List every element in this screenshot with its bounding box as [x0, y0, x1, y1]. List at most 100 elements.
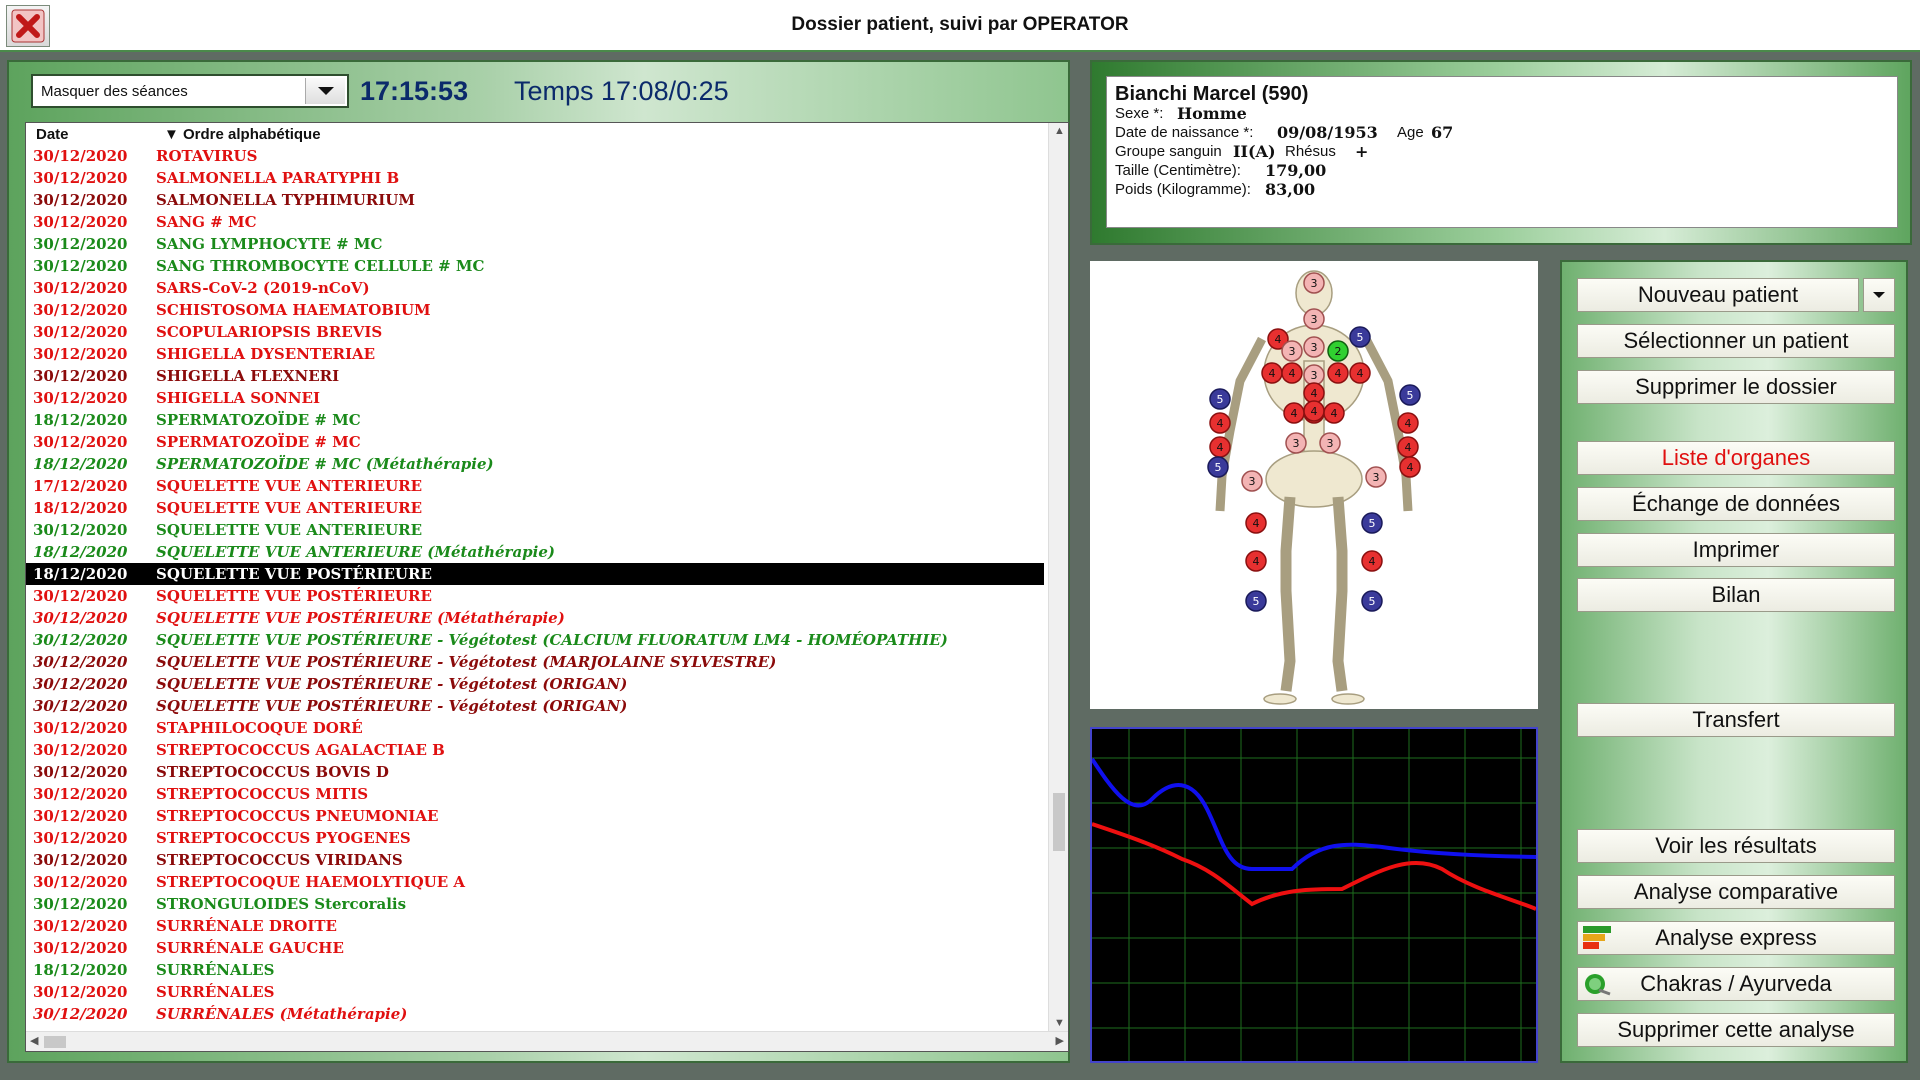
list-item[interactable]: 18/12/2020 SQUELETTE VUE ANTERIEURE	[26, 497, 1044, 519]
skeleton-marker[interactable]: 5	[1245, 590, 1267, 612]
list-item[interactable]: 30/12/2020 SHIGELLA FLEXNERI	[26, 365, 1044, 387]
skeleton-marker[interactable]: 4	[1303, 400, 1325, 422]
horizontal-scrollbar[interactable]: ◀ ▶	[26, 1031, 1068, 1051]
report-button[interactable]: Bilan	[1577, 578, 1895, 612]
list-item[interactable]: 30/12/2020 SALMONELLA TYPHIMURIUM	[26, 189, 1044, 211]
list-item[interactable]: 30/12/2020 STREPTOCOCCUS AGALACTIAE B	[26, 739, 1044, 761]
skeleton-marker[interactable]: 3	[1303, 308, 1325, 330]
session-list[interactable]: Date ▼ Ordre alphabétique 30/12/2020 ROTA…	[25, 122, 1069, 1052]
skeleton-marker[interactable]: 4	[1323, 402, 1345, 424]
organ-list-button[interactable]: Liste d'organes	[1577, 441, 1895, 475]
list-item[interactable]: 30/12/2020 STREPTOCOQUE HAEMOLYTIQUE A	[26, 871, 1044, 893]
list-item[interactable]: 30/12/2020 SURRÉNALES	[26, 981, 1044, 1003]
chevron-down-icon[interactable]	[305, 78, 345, 104]
list-item[interactable]: 18/12/2020 SPERMATOZOÏDE # MC (Métathérap…	[26, 453, 1044, 475]
list-item[interactable]: 30/12/2020 SURRÉNALE GAUCHE	[26, 937, 1044, 959]
skeleton-map[interactable]: 33433254434444554444433445433454455	[1090, 261, 1538, 709]
list-item[interactable]: 30/12/2020 SCOPULARIOPSIS BREVIS	[26, 321, 1044, 343]
list-item[interactable]: 30/12/2020 SURRÉNALE DROITE	[26, 915, 1044, 937]
vertical-scrollbar[interactable]: ▲ ▼	[1048, 123, 1068, 1031]
column-name-sort[interactable]: ▼ Ordre alphabétique	[164, 126, 321, 143]
scroll-down-icon[interactable]: ▼	[1054, 1017, 1065, 1029]
view-results-button[interactable]: Voir les résultats	[1577, 829, 1895, 863]
list-item[interactable]: 30/12/2020 SARS-CoV-2 (2019-nCoV)	[26, 277, 1044, 299]
list-item-selected[interactable]: 18/12/2020 SQUELETTE VUE POSTÉRIEURE	[26, 563, 1044, 585]
print-button[interactable]: Imprimer	[1577, 533, 1895, 567]
list-item[interactable]: 30/12/2020 STREPTOCOCCUS VIRIDANS	[26, 849, 1044, 871]
session-filter-select[interactable]: Masquer des séances	[31, 74, 349, 108]
skeleton-marker[interactable]: 4	[1399, 456, 1421, 478]
list-item[interactable]: 30/12/2020 STREPTOCOCCUS PYOGENES	[26, 827, 1044, 849]
skeleton-marker[interactable]: 3	[1303, 364, 1325, 386]
list-item[interactable]: 30/12/2020 SURRÉNALES (Métathérapie)	[26, 1003, 1044, 1025]
skeleton-marker[interactable]: 2	[1327, 340, 1349, 362]
skeleton-marker[interactable]: 4	[1303, 382, 1325, 404]
skeleton-marker[interactable]: 5	[1209, 388, 1231, 410]
list-item[interactable]: 30/12/2020 SCHISTOSOMA HAEMATOBIUM	[26, 299, 1044, 321]
skeleton-marker[interactable]: 3	[1281, 340, 1303, 362]
skeleton-marker[interactable]: 4	[1281, 362, 1303, 384]
list-item[interactable]: 30/12/2020 ROTAVIRUS	[26, 145, 1044, 167]
skeleton-marker[interactable]: 4	[1209, 412, 1231, 434]
skeleton-marker[interactable]: 4	[1245, 550, 1267, 572]
list-item[interactable]: 30/12/2020 SANG # MC	[26, 211, 1044, 233]
list-item[interactable]: 30/12/2020 STREPTOCOCCUS MITIS	[26, 783, 1044, 805]
list-item[interactable]: 30/12/2020 STRONGULOIDES Stercoralis	[26, 893, 1044, 915]
skeleton-marker[interactable]: 5	[1399, 384, 1421, 406]
list-item[interactable]: 30/12/2020 SQUELETTE VUE POSTÉRIEURE - Vé…	[26, 695, 1044, 717]
skeleton-marker[interactable]: 3	[1285, 432, 1307, 454]
list-item[interactable]: 30/12/2020 SANG LYMPHOCYTE # MC	[26, 233, 1044, 255]
list-item[interactable]: 18/12/2020 SQUELETTE VUE ANTERIEURE (Méta…	[26, 541, 1044, 563]
skeleton-marker[interactable]: 4	[1283, 402, 1305, 424]
comparative-analysis-button[interactable]: Analyse comparative	[1577, 875, 1895, 909]
delete-file-button[interactable]: Supprimer le dossier	[1577, 370, 1895, 404]
new-patient-button[interactable]: Nouveau patient	[1577, 278, 1859, 312]
list-item[interactable]: 30/12/2020 STREPTOCOCCUS BOVIS D	[26, 761, 1044, 783]
list-item[interactable]: 30/12/2020 SQUELETTE VUE POSTÉRIEURE - Vé…	[26, 629, 1044, 651]
skeleton-marker[interactable]: 4	[1209, 436, 1231, 458]
select-patient-button[interactable]: Sélectionner un patient	[1577, 324, 1895, 358]
list-item[interactable]: 30/12/2020 SPERMATOZOÏDE # MC	[26, 431, 1044, 453]
delete-analysis-button[interactable]: Supprimer cette analyse	[1577, 1013, 1895, 1047]
chakras-button[interactable]: Chakras / Ayurveda	[1577, 967, 1895, 1001]
new-patient-menu-button[interactable]	[1863, 278, 1895, 312]
data-exchange-button[interactable]: Échange de données	[1577, 487, 1895, 521]
list-item[interactable]: 30/12/2020 SHIGELLA SONNEI	[26, 387, 1044, 409]
scroll-right-icon[interactable]: ▶	[1056, 1034, 1064, 1047]
list-item[interactable]: 30/12/2020 SQUELETTE VUE POSTÉRIEURE	[26, 585, 1044, 607]
skeleton-marker[interactable]: 3	[1241, 470, 1263, 492]
skeleton-marker[interactable]: 4	[1361, 550, 1383, 572]
list-item[interactable]: 30/12/2020 STREPTOCOCCUS PNEUMONIAE	[26, 805, 1044, 827]
list-item[interactable]: 17/12/2020 SQUELETTE VUE ANTERIEURE	[26, 475, 1044, 497]
scroll-up-icon[interactable]: ▲	[1054, 125, 1065, 137]
skeleton-marker[interactable]: 4	[1327, 362, 1349, 384]
skeleton-marker[interactable]: 4	[1245, 512, 1267, 534]
skeleton-marker[interactable]: 3	[1365, 466, 1387, 488]
hscroll-thumb[interactable]	[44, 1036, 66, 1048]
skeleton-marker[interactable]: 4	[1261, 362, 1283, 384]
scroll-left-icon[interactable]: ◀	[30, 1034, 38, 1047]
list-item[interactable]: 30/12/2020 SANG THROMBOCYTE CELLULE # MC	[26, 255, 1044, 277]
list-item[interactable]: 30/12/2020 SQUELETTE VUE ANTERIEURE	[26, 519, 1044, 541]
skeleton-marker[interactable]: 4	[1397, 436, 1419, 458]
skeleton-marker[interactable]: 5	[1361, 512, 1383, 534]
list-item[interactable]: 30/12/2020 SQUELETTE VUE POSTÉRIEURE - Vé…	[26, 651, 1044, 673]
list-item[interactable]: 30/12/2020 STAPHILOCOQUE DORÉ	[26, 717, 1044, 739]
skeleton-marker[interactable]: 3	[1303, 272, 1325, 294]
list-item[interactable]: 30/12/2020 SQUELETTE VUE POSTÉRIEURE (Mét…	[26, 607, 1044, 629]
list-item[interactable]: 30/12/2020 SHIGELLA DYSENTERIAE	[26, 343, 1044, 365]
express-analysis-button[interactable]: Analyse express	[1577, 921, 1895, 955]
skeleton-marker[interactable]: 4	[1397, 412, 1419, 434]
skeleton-marker[interactable]: 4	[1349, 362, 1371, 384]
scroll-thumb[interactable]	[1053, 793, 1065, 851]
list-item[interactable]: 18/12/2020 SURRÉNALES	[26, 959, 1044, 981]
list-item[interactable]: 30/12/2020 SALMONELLA PARATYPHI B	[26, 167, 1044, 189]
transfer-button[interactable]: Transfert	[1577, 703, 1895, 737]
skeleton-marker[interactable]: 5	[1207, 456, 1229, 478]
list-item[interactable]: 30/12/2020 SQUELETTE VUE POSTÉRIEURE - Vé…	[26, 673, 1044, 695]
column-date[interactable]: Date	[36, 126, 69, 143]
skeleton-marker[interactable]: 5	[1349, 326, 1371, 348]
skeleton-marker[interactable]: 5	[1361, 590, 1383, 612]
skeleton-marker[interactable]: 3	[1319, 432, 1341, 454]
list-item[interactable]: 18/12/2020 SPERMATOZOÏDE # MC	[26, 409, 1044, 431]
